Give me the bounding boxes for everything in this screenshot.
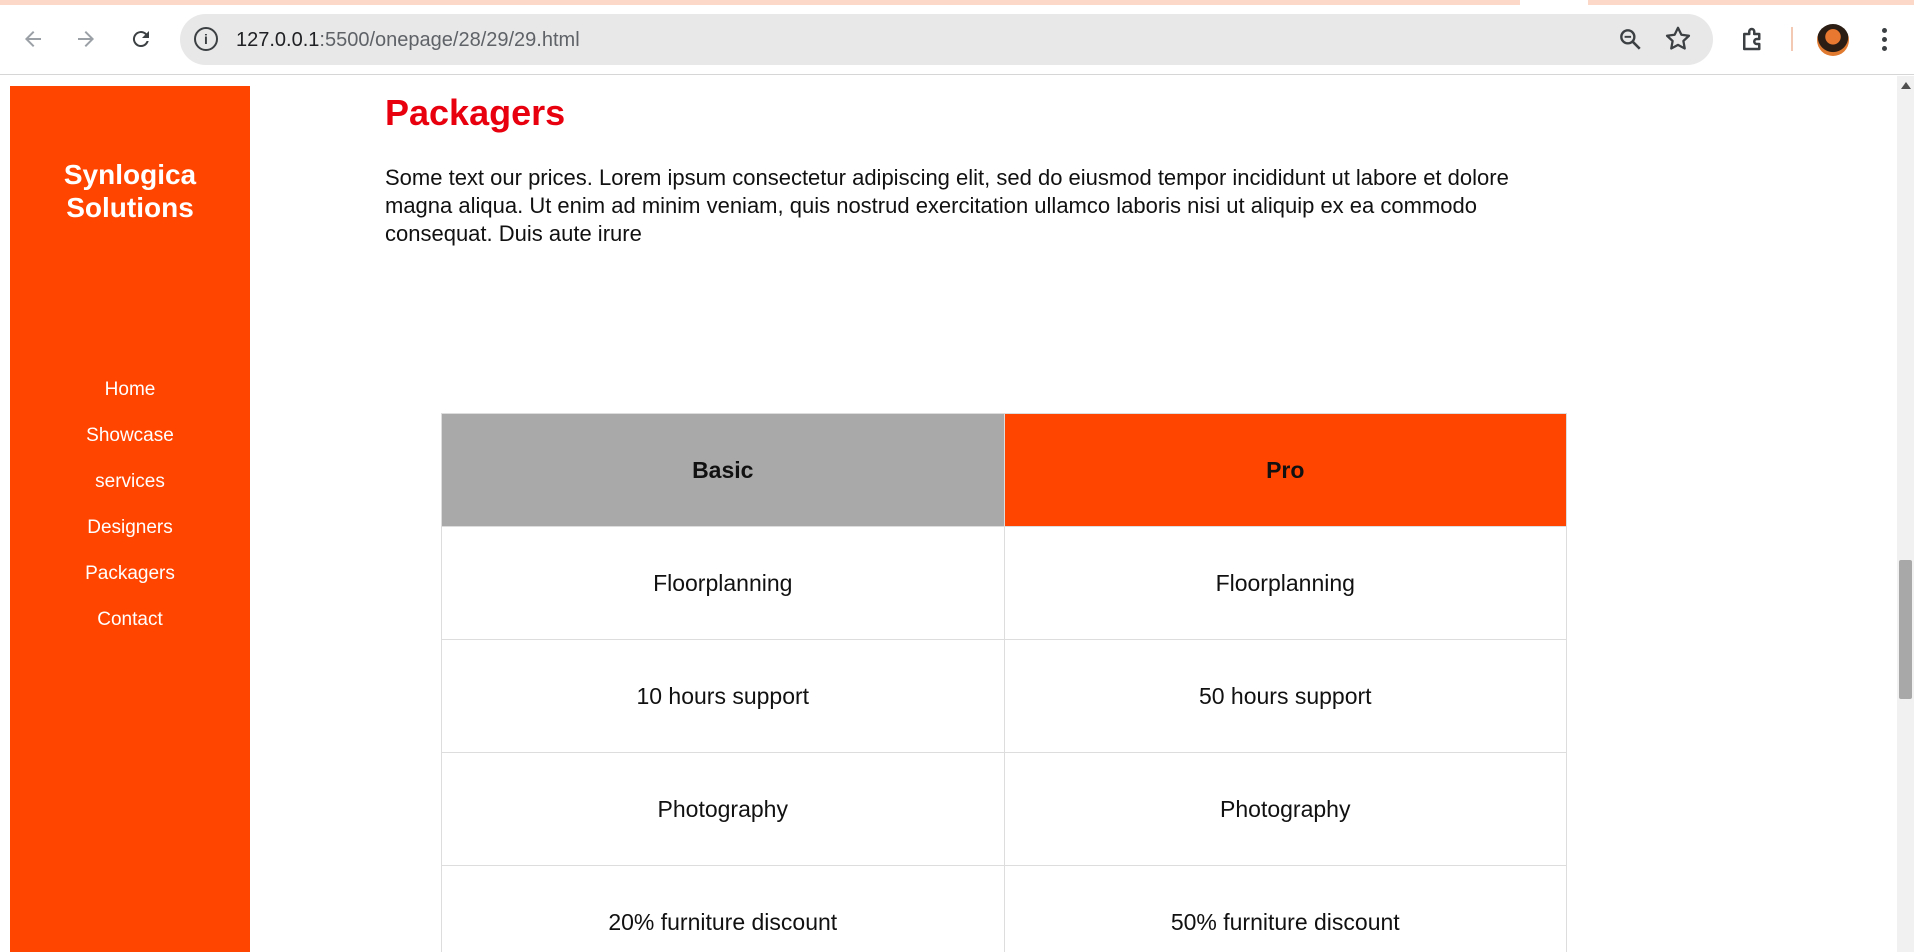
back-button[interactable] [16,22,50,56]
sidebar-nav: Home Showcase services Designers Package… [10,367,250,643]
sidebar-item-contact[interactable]: Contact [10,597,250,643]
sidebar: Synlogica Solutions Home Showcase servic… [10,86,250,952]
scroll-thumb[interactable] [1899,560,1912,699]
sidebar-item-services[interactable]: services [10,459,250,505]
table-cell-basic: Floorplanning [441,526,1005,640]
extensions-icon[interactable] [1738,24,1768,54]
scroll-up-arrow-icon[interactable] [1901,82,1911,89]
brand-line-1: Synlogica [63,159,197,190]
pricing-table: Basic Pro Floorplanning Floorplanning 10… [441,413,1567,952]
brand-line-2: Solutions [66,192,194,223]
header-basic: Basic [441,413,1005,527]
reload-icon [132,31,149,48]
info-icon[interactable]: i [194,27,218,51]
star-icon[interactable] [1663,24,1693,54]
table-cell-basic: Photography [441,752,1005,866]
browser-toolbar: i 127.0.0.1:5500/onepage/28/29/29.html [0,0,1914,75]
table-cell-pro: Photography [1003,752,1567,866]
page-title: Packagers [385,92,566,133]
tab-strip [0,0,1914,5]
tab-strip-gap [1520,0,1588,5]
table-cell-basic: 10 hours support [441,639,1005,753]
forward-button[interactable] [69,22,103,56]
page-viewport: Synlogica Solutions Home Showcase servic… [0,76,1897,952]
intro-paragraph: Some text our prices. Lorem ipsum consec… [385,165,1509,246]
forward-arrow-icon [78,31,94,47]
url-text[interactable]: 127.0.0.1:5500/onepage/28/29/29.html [236,29,580,52]
sidebar-item-designers[interactable]: Designers [10,505,250,551]
sidebar-item-showcase[interactable]: Showcase [10,413,250,459]
table-row: 20% furniture discount 50% furniture dis… [441,865,1567,952]
url-path: :5500/onepage/28/29/29.html [319,29,580,51]
table-cell-pro: Floorplanning [1003,526,1567,640]
sidebar-item-packagers[interactable]: Packagers [10,551,250,597]
back-arrow-icon [25,31,41,47]
table-row: 10 hours support 50 hours support [441,639,1567,753]
table-cell-pro: 50% furniture discount [1003,865,1567,952]
reload-button[interactable] [124,22,158,56]
zoom-icon[interactable] [1617,26,1643,52]
toolbar-divider [1791,27,1793,51]
table-cell-pro: 50 hours support [1003,639,1567,753]
avatar[interactable] [1817,24,1849,56]
url-host: 127.0.0.1 [236,29,320,51]
menu-dots-icon[interactable] [1874,22,1894,56]
address-bar[interactable]: i 127.0.0.1:5500/onepage/28/29/29.html [180,14,1713,65]
table-cell-basic: 20% furniture discount [441,865,1005,952]
header-pro: Pro [1003,413,1567,527]
table-row: Photography Photography [441,752,1567,866]
brand-logo-text: Synlogica Solutions [10,158,250,224]
table-row: Floorplanning Floorplanning [441,526,1567,640]
sidebar-item-home[interactable]: Home [10,367,250,413]
vertical-scrollbar[interactable] [1897,76,1914,952]
table-header-row: Basic Pro [441,413,1567,527]
